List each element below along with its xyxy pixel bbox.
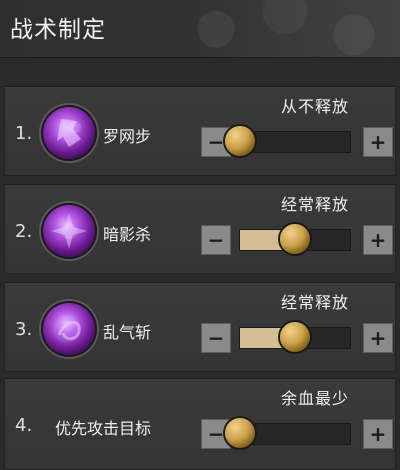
plus-label: + bbox=[369, 228, 387, 252]
minus-label: − bbox=[207, 326, 225, 350]
skill-mode: 经常释放 bbox=[280, 293, 349, 312]
slider-thumb[interactable] bbox=[225, 126, 255, 156]
purple-skill-icon bbox=[41, 203, 97, 259]
skill-glyph-icon bbox=[51, 213, 87, 249]
skill-glyph-icon bbox=[53, 315, 81, 343]
skill-mode: 经常释放 bbox=[280, 195, 349, 214]
plus-label: + bbox=[369, 422, 387, 446]
minus-label: − bbox=[207, 130, 225, 154]
decrease-button[interactable]: − bbox=[201, 225, 231, 255]
plus-label: + bbox=[369, 130, 387, 154]
skill-mode: 从不释放 bbox=[280, 97, 349, 116]
increase-button[interactable]: + bbox=[363, 323, 393, 353]
release-frequency-slider[interactable] bbox=[239, 322, 351, 352]
minus-label: − bbox=[207, 228, 225, 252]
plus-label: + bbox=[369, 326, 387, 350]
slider-thumb[interactable] bbox=[280, 322, 310, 352]
skill-name: 乱气斩 bbox=[103, 323, 152, 342]
header-ornament bbox=[170, 0, 400, 58]
skill-name: 罗网步 bbox=[103, 127, 152, 146]
purple-skill-icon bbox=[41, 301, 97, 357]
minus-label: − bbox=[207, 422, 225, 446]
purple-skill-icon bbox=[41, 105, 97, 161]
skill-index: 1. bbox=[15, 123, 33, 144]
release-frequency-slider[interactable] bbox=[225, 126, 351, 156]
target-panel: 4. 优先攻击目标 余血最少 − + bbox=[4, 378, 396, 470]
release-frequency-slider[interactable] bbox=[239, 224, 351, 254]
header: 战术制定 bbox=[0, 0, 400, 58]
target-index: 4. bbox=[15, 415, 33, 436]
page-title: 战术制定 bbox=[10, 17, 106, 43]
skill-panel-2: 2. 暗影杀 经常释放 − + bbox=[4, 184, 396, 274]
skill-panel-1: 1. 罗网步 从不释放 − + bbox=[4, 86, 396, 176]
slider-thumb[interactable] bbox=[280, 224, 310, 254]
target-label: 优先攻击目标 bbox=[55, 419, 152, 438]
skill-index: 3. bbox=[15, 319, 33, 340]
skill-panel-3: 3. 乱气斩 经常释放 − + bbox=[4, 282, 396, 372]
increase-button[interactable]: + bbox=[363, 419, 393, 449]
decrease-button[interactable]: − bbox=[201, 323, 231, 353]
increase-button[interactable]: + bbox=[363, 225, 393, 255]
skill-index: 2. bbox=[15, 221, 33, 242]
slider-thumb[interactable] bbox=[225, 418, 255, 448]
skill-name: 暗影杀 bbox=[103, 225, 152, 244]
skill-glyph-icon bbox=[57, 119, 81, 147]
increase-button[interactable]: + bbox=[363, 127, 393, 157]
target-priority-slider[interactable] bbox=[225, 418, 351, 448]
target-mode: 余血最少 bbox=[280, 389, 349, 408]
